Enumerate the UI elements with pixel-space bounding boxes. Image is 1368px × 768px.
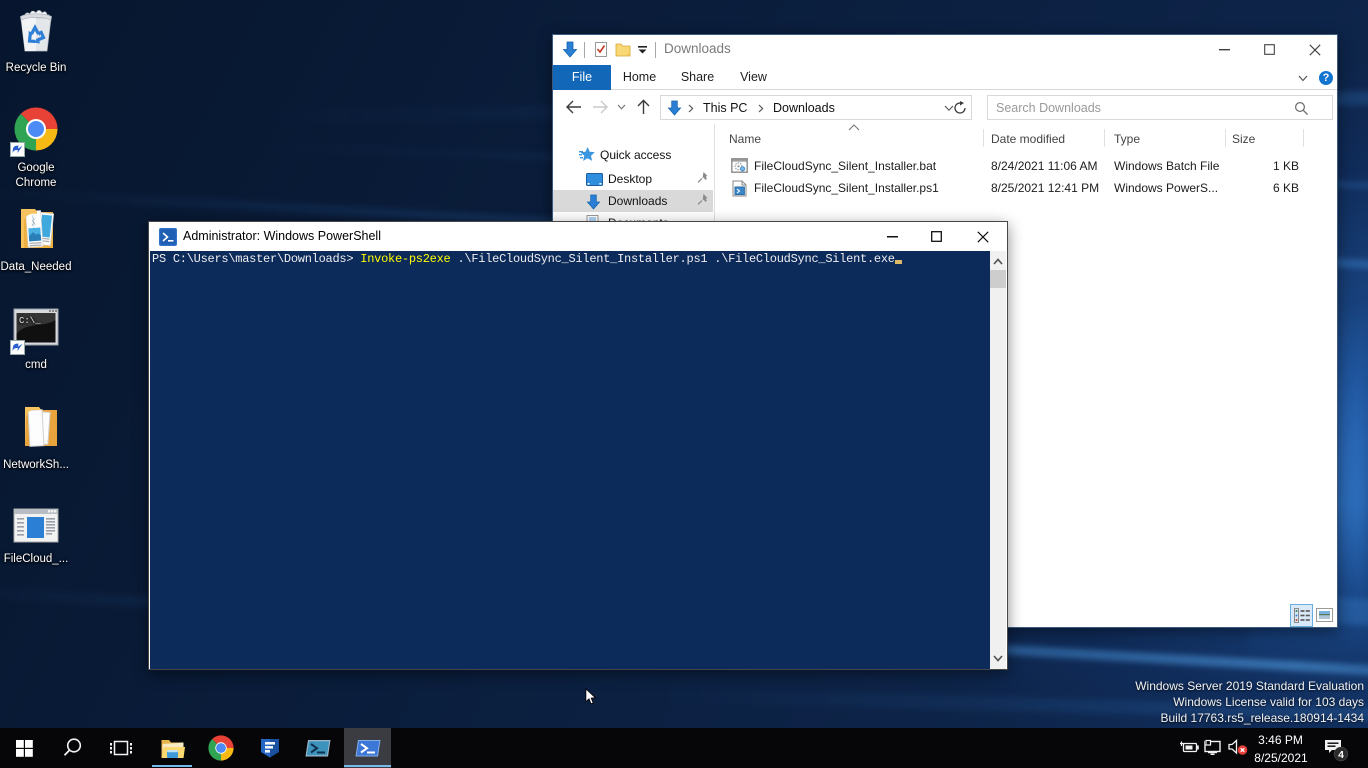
svg-text:C:\_: C:\_ bbox=[19, 316, 41, 326]
svg-text:4: 4 bbox=[1338, 749, 1344, 761]
